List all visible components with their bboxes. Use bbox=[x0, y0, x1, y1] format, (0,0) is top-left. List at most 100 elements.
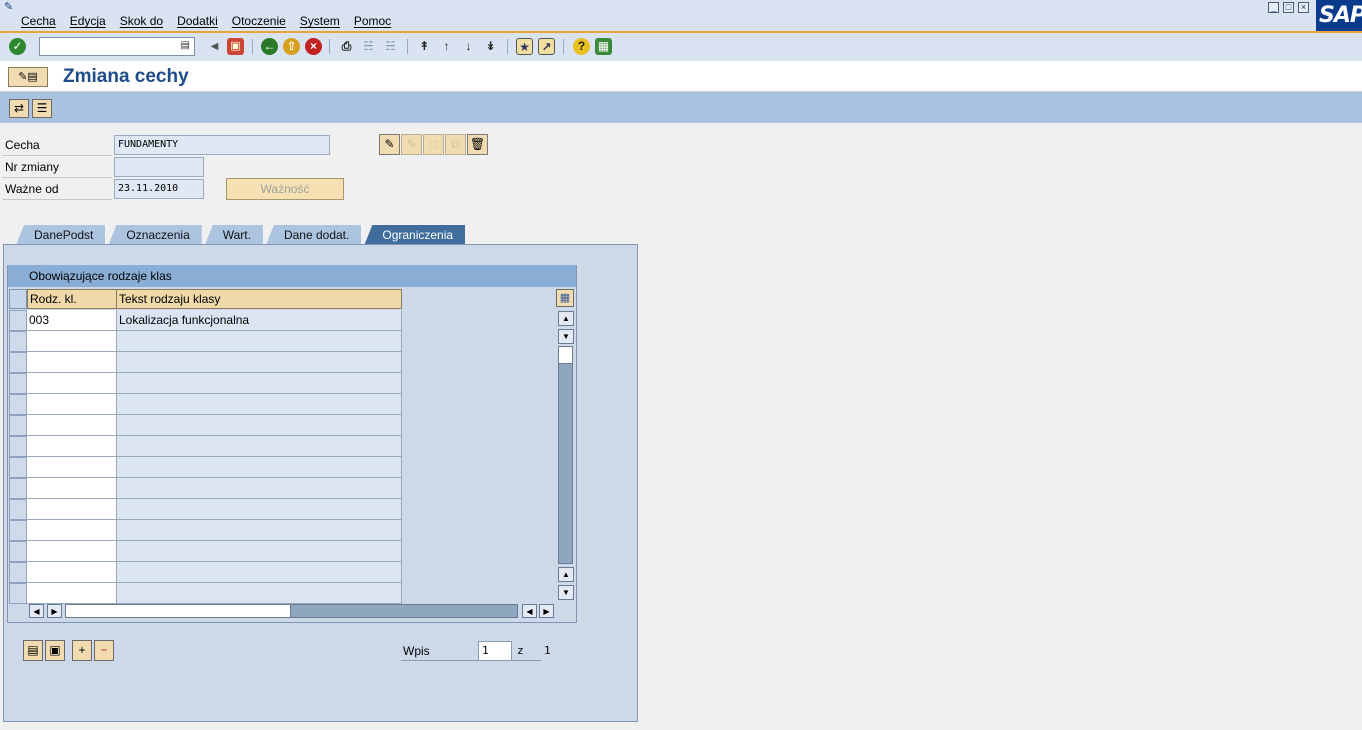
horizontal-scroll-thumb[interactable] bbox=[65, 604, 291, 618]
row-selector[interactable] bbox=[9, 331, 27, 352]
cell-rodz-kl[interactable] bbox=[27, 457, 117, 478]
history-back-icon[interactable]: ◀ bbox=[206, 38, 223, 55]
scroll-left-icon[interactable]: ◀ bbox=[29, 604, 44, 618]
tab-ograniczenia[interactable]: Ograniczenia bbox=[364, 225, 466, 245]
menu-skok-do[interactable]: Skok do bbox=[120, 14, 163, 28]
row-selector[interactable] bbox=[9, 457, 27, 478]
close-icon[interactable]: × bbox=[1298, 2, 1309, 13]
cell-rodz-kl[interactable] bbox=[27, 583, 117, 604]
row-selector[interactable] bbox=[9, 583, 27, 604]
find-next-icon[interactable]: ☵ bbox=[382, 38, 399, 55]
cell-rodz-kl[interactable] bbox=[27, 352, 117, 373]
menu-system[interactable]: System bbox=[300, 14, 340, 28]
tab-danepodst[interactable]: DanePodst bbox=[16, 225, 106, 245]
cell-rodz-kl[interactable] bbox=[27, 541, 117, 562]
row-selector[interactable] bbox=[9, 436, 27, 457]
row-selector[interactable] bbox=[9, 499, 27, 520]
first-page-icon[interactable]: ↟ bbox=[416, 38, 433, 55]
display-change-icon[interactable]: ✎ bbox=[379, 134, 400, 155]
title-bar: ✎▤ Zmiana cechy bbox=[0, 61, 1362, 92]
shortcut-icon[interactable]: ↗ bbox=[538, 38, 555, 55]
back-icon[interactable]: ← bbox=[261, 38, 278, 55]
scroll-page-right-icon[interactable]: ▶ bbox=[539, 604, 554, 618]
select-all-button[interactable]: ▤ bbox=[23, 640, 43, 661]
scroll-page-left-icon[interactable]: ◀ bbox=[522, 604, 537, 618]
deselect-all-button[interactable]: ▣ bbox=[45, 640, 65, 661]
row-selector[interactable] bbox=[9, 520, 27, 541]
row-selector[interactable] bbox=[9, 310, 27, 331]
delete-row-button[interactable]: − bbox=[94, 640, 114, 661]
help-icon[interactable]: ? bbox=[573, 38, 590, 55]
maximize-icon[interactable]: □ bbox=[1283, 2, 1294, 13]
row-selector[interactable] bbox=[9, 394, 27, 415]
scroll-page-down-icon[interactable]: ▼ bbox=[558, 585, 574, 600]
cell-rodz-kl[interactable] bbox=[27, 499, 117, 520]
table-settings-icon[interactable]: ▦ bbox=[556, 289, 574, 307]
row-selector[interactable] bbox=[9, 541, 27, 562]
trash-icon[interactable]: 🗑 bbox=[467, 134, 488, 155]
row-selector[interactable] bbox=[9, 478, 27, 499]
column-header-tekst[interactable]: Tekst rodzaju klasy bbox=[116, 289, 402, 309]
menu-pomoc[interactable]: Pomoc bbox=[354, 14, 391, 28]
scroll-down-icon[interactable]: ▼ bbox=[558, 329, 574, 344]
cell-tekst-rodzaju-klasy bbox=[117, 520, 402, 541]
menu-edycja[interactable]: Edycja bbox=[70, 14, 106, 28]
pencil-icon[interactable]: ✎ bbox=[401, 134, 422, 155]
exit-icon[interactable]: ⇧ bbox=[283, 38, 300, 55]
cell-tekst-rodzaju-klasy bbox=[117, 373, 402, 394]
row-selector[interactable] bbox=[9, 352, 27, 373]
cell-rodz-kl[interactable] bbox=[27, 394, 117, 415]
menu-otoczenie[interactable]: Otoczenie bbox=[232, 14, 286, 28]
save-icon[interactable]: ▣ bbox=[227, 38, 244, 55]
cell-rodz-kl[interactable] bbox=[27, 520, 117, 541]
cancel-icon[interactable]: × bbox=[305, 38, 322, 55]
cell-rodz-kl[interactable] bbox=[27, 562, 117, 583]
print-icon[interactable]: ⎙ bbox=[338, 38, 355, 55]
minimize-icon[interactable]: _ bbox=[1268, 2, 1279, 13]
cell-rodz-kl[interactable] bbox=[27, 331, 117, 352]
cell-tekst-rodzaju-klasy bbox=[117, 499, 402, 520]
vertical-scroll-thumb[interactable] bbox=[558, 346, 573, 364]
vertical-scroll-track[interactable] bbox=[558, 346, 573, 564]
cell-rodz-kl[interactable] bbox=[27, 436, 117, 457]
wazne-od-field[interactable]: 23.11.2010 bbox=[114, 179, 204, 199]
scroll-up-icon[interactable]: ▲ bbox=[558, 311, 574, 326]
list-button[interactable]: ☰ bbox=[32, 99, 52, 118]
row-selector[interactable] bbox=[9, 562, 27, 583]
select-all-cell[interactable] bbox=[9, 289, 27, 309]
waznosc-button[interactable]: Ważność bbox=[226, 178, 344, 200]
tab-oznaczenia[interactable]: Oznaczenia bbox=[108, 225, 202, 245]
menu-dodatki[interactable]: Dodatki bbox=[177, 14, 218, 28]
dropdown-icon[interactable]: ▤ bbox=[181, 40, 190, 51]
entry-input[interactable]: 1 bbox=[478, 641, 512, 661]
row-selector[interactable] bbox=[9, 415, 27, 436]
tab-dane-dodat[interactable]: Dane dodat. bbox=[265, 225, 362, 245]
scroll-right-icon[interactable]: ▶ bbox=[47, 604, 62, 618]
find-icon[interactable]: ☵ bbox=[360, 38, 377, 55]
command-field[interactable]: ▤ bbox=[39, 37, 195, 56]
group-title: Obowiązujące rodzaje klas bbox=[8, 265, 576, 287]
tab-wart[interactable]: Wart. bbox=[204, 225, 263, 245]
last-page-icon[interactable]: ↡ bbox=[482, 38, 499, 55]
system-menu-icon[interactable]: ✎ bbox=[4, 1, 18, 13]
cell-rodz-kl[interactable]: 003 bbox=[27, 310, 117, 331]
prev-page-icon[interactable]: ↑ bbox=[438, 38, 455, 55]
insert-row-button[interactable]: + bbox=[72, 640, 92, 661]
cell-rodz-kl[interactable] bbox=[27, 415, 117, 436]
other-object-button[interactable]: ⇄ bbox=[9, 99, 29, 118]
cell-rodz-kl[interactable] bbox=[27, 373, 117, 394]
display-change-button[interactable]: ✎▤ bbox=[8, 67, 48, 87]
nr-zmiany-field[interactable] bbox=[114, 157, 204, 177]
enter-icon[interactable]: ✓ bbox=[9, 38, 26, 55]
cecha-field[interactable]: FUNDAMENTY bbox=[114, 135, 330, 155]
scroll-page-up-icon[interactable]: ▲ bbox=[558, 567, 574, 582]
menu-cecha[interactable]: Cecha bbox=[21, 14, 56, 28]
next-page-icon[interactable]: ↓ bbox=[460, 38, 477, 55]
create-icon[interactable]: □ bbox=[423, 134, 444, 155]
cell-rodz-kl[interactable] bbox=[27, 478, 117, 499]
row-selector[interactable] bbox=[9, 373, 27, 394]
new-session-icon[interactable]: ★ bbox=[516, 38, 533, 55]
layout-icon[interactable]: ▦ bbox=[595, 38, 612, 55]
column-header-rodz-kl[interactable]: Rodz. kl. bbox=[27, 289, 117, 309]
copy-icon[interactable]: ⧉ bbox=[445, 134, 466, 155]
